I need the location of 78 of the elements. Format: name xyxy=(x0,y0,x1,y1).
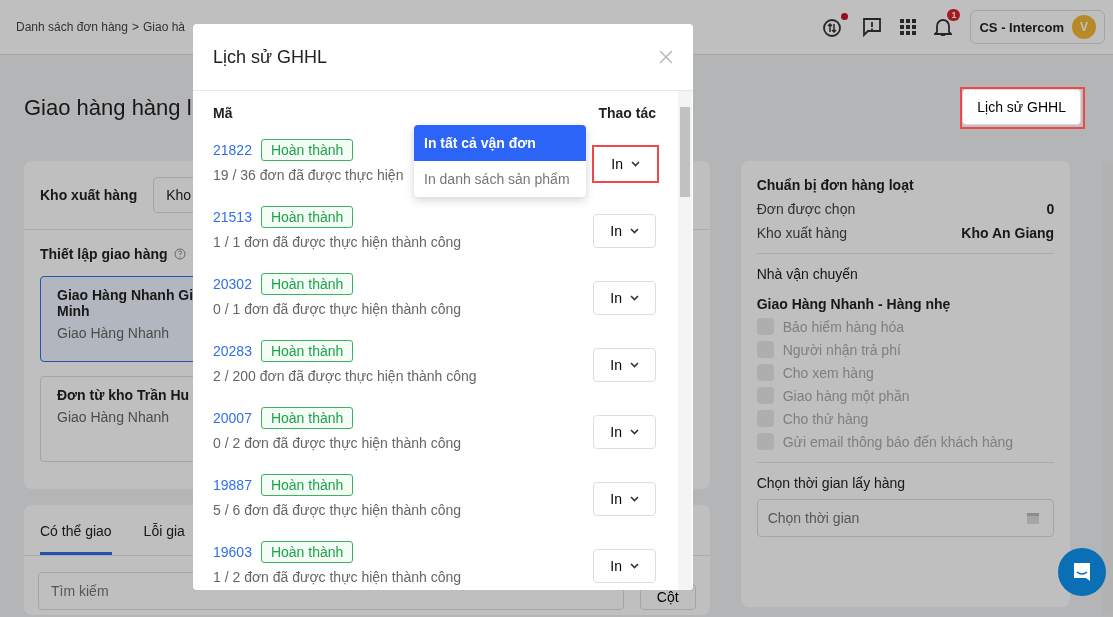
column-header: Thao tác xyxy=(598,105,656,121)
checkbox-label: Cho xem hàng xyxy=(782,364,874,381)
account-button[interactable]: CS - Intercom V xyxy=(970,10,1105,44)
scrollbar[interactable] xyxy=(678,91,692,590)
option-title: Đơn từ kho Trần Hu xyxy=(57,387,190,403)
field-label: Chọn thời gian lấy hàng xyxy=(756,475,907,491)
row-value: Kho An Giang xyxy=(961,225,1055,241)
option-title: Giao Hàng Nhanh Gi Minh xyxy=(57,287,194,319)
column-header: Mã xyxy=(213,105,233,121)
menu-item[interactable]: In danh sách sản phẩm xyxy=(414,161,586,197)
status-tag: Hoàn thành xyxy=(260,473,354,496)
batch-code-link[interactable]: 19603 xyxy=(213,543,252,560)
print-dropdown-button[interactable]: In xyxy=(593,414,656,449)
date-field[interactable]: Chọn thời gian xyxy=(756,499,1055,537)
breadcrumb-separator: > xyxy=(131,20,139,34)
caret-icon xyxy=(630,428,639,435)
history-button[interactable]: Lịch sử GHHL xyxy=(962,89,1081,125)
row-value: 0 xyxy=(1046,201,1055,217)
feedback-icon[interactable] xyxy=(862,17,883,37)
bell-icon[interactable] xyxy=(934,17,953,37)
batch-code-link[interactable]: 21822 xyxy=(213,141,252,158)
page-title: Giao hàng hàng l xyxy=(24,95,192,121)
status-tag: Hoàn thành xyxy=(260,540,354,563)
status-tag: Hoàn thành xyxy=(260,138,354,161)
caret-icon xyxy=(630,294,639,301)
print-dropdown-button[interactable]: In xyxy=(593,347,656,382)
dialog-title: Lịch sử GHHL xyxy=(213,46,328,68)
checkbox-label: Bảo hiểm hàng hóa xyxy=(782,318,905,335)
checkbox-label: Người nhận trả phí xyxy=(782,341,901,358)
checkbox-label: Gửi email thông báo đến khách hàng xyxy=(782,433,1014,450)
print-dropdown-button[interactable]: In xyxy=(593,481,656,516)
field-label: Kho xuất hàng xyxy=(40,187,138,203)
section-label: Thiết lập giao hàng xyxy=(40,246,168,262)
progress-text: 0 / 1 đơn đã được thực hiện thành công xyxy=(213,300,462,317)
row-label: Đơn được chọn xyxy=(756,201,856,217)
progress-text: 5 / 6 đơn đã được thực hiện thành công xyxy=(213,501,462,518)
progress-text: 1 / 1 đơn đã được thực hiện thành công xyxy=(213,233,462,250)
batch-code-link[interactable]: 21513 xyxy=(213,208,252,225)
batch-code-link[interactable]: 19887 xyxy=(213,476,252,493)
caret-icon xyxy=(630,562,639,569)
help-icon[interactable] xyxy=(173,248,186,260)
card-title: Chuẩn bị đơn hàng loạt xyxy=(756,177,915,193)
batch-code-link[interactable]: 20283 xyxy=(213,342,252,359)
apps-grid-icon[interactable] xyxy=(900,19,917,35)
status-tag: Hoàn thành xyxy=(260,272,354,295)
tab[interactable]: Có thể giao xyxy=(40,523,112,555)
batch-code-link[interactable]: 20302 xyxy=(213,275,252,292)
caret-icon xyxy=(630,227,639,234)
checkbox-label: Giao hàng một phần xyxy=(782,387,910,404)
status-tag: Hoàn thành xyxy=(260,205,354,228)
caret-icon xyxy=(631,160,640,167)
progress-text: 2 / 200 đơn đã được thực hiện thành công xyxy=(213,367,477,384)
print-dropdown-button[interactable]: In xyxy=(593,548,656,583)
menu-item[interactable]: In tất cả vận đơn xyxy=(414,125,586,161)
carrier-name: Giao Hàng Nhanh - Hàng nhẹ xyxy=(756,296,952,312)
status-tag: Hoàn thành xyxy=(260,339,354,362)
caret-icon xyxy=(630,495,639,502)
section-label: Nhà vận chuyển xyxy=(756,266,859,282)
row-label: Kho xuất hàng xyxy=(756,225,847,241)
breadcrumb-link[interactable]: Danh sách đơn hàng xyxy=(16,20,128,34)
scrollbar[interactable] xyxy=(1101,161,1113,615)
calendar-icon xyxy=(1026,511,1041,525)
carrier-name: Giao Hàng Nhanh xyxy=(57,409,170,425)
avatar: V xyxy=(1072,15,1096,39)
caret-icon xyxy=(630,361,639,368)
print-dropdown-button[interactable]: In xyxy=(593,213,656,248)
batch-code-link[interactable]: 20007 xyxy=(213,409,252,426)
status-tag: Hoàn thành xyxy=(260,406,354,429)
breadcrumb-link[interactable]: Giao hà xyxy=(142,20,185,34)
print-dropdown-button[interactable]: In xyxy=(593,280,656,315)
notification-badge: 1 xyxy=(947,9,961,21)
progress-text: 0 / 2 đơn đã được thực hiện thành công xyxy=(213,434,462,451)
chat-icon xyxy=(1071,561,1093,583)
checkbox-label: Cho thử hàng xyxy=(782,410,869,427)
close-icon[interactable] xyxy=(659,50,673,64)
carrier-name: Giao Hàng Nhanh xyxy=(57,325,170,341)
progress-text: 19 / 36 đơn đã được thực hiện xyxy=(213,166,404,183)
tab[interactable]: Lỗi gia xyxy=(143,523,185,555)
